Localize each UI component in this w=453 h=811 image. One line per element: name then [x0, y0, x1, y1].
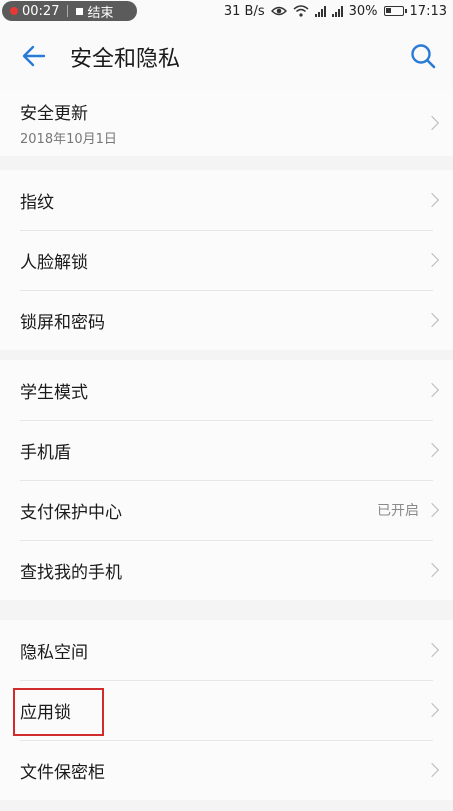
item-label: 安全更新	[20, 104, 88, 124]
chevron-right-icon	[424, 382, 440, 398]
item-label: 手机盾	[20, 442, 71, 463]
item-label: 支付保护中心	[20, 502, 122, 523]
list-item-app-lock[interactable]: 应用锁	[0, 680, 453, 740]
list-item-phone-shield[interactable]: 手机盾	[0, 420, 453, 480]
page-title: 安全和隐私	[70, 47, 181, 72]
list-item-find-my-phone[interactable]: 查找我的手机	[0, 540, 453, 600]
status-bar: 00:27 结束 31 B/s 30% 17:13	[0, 0, 453, 22]
wifi-icon	[293, 5, 309, 17]
settings-group-security-update: 安全更新 2018年10月1日	[0, 90, 453, 156]
status-value: 已开启	[377, 503, 419, 519]
battery-icon	[383, 6, 407, 16]
screen-record-pill[interactable]: 00:27 结束	[2, 1, 137, 21]
list-item-student-mode[interactable]: 学生模式	[0, 360, 453, 420]
settings-group-protection: 学生模式 手机盾 支付保护中心 已开启 查找我的手机	[0, 360, 453, 600]
item-label: 学生模式	[20, 382, 88, 403]
list-item-payment-protection[interactable]: 支付保护中心 已开启	[0, 480, 453, 540]
list-item-face-unlock[interactable]: 人脸解锁	[0, 230, 453, 290]
eye-icon	[270, 6, 287, 16]
record-dot-icon	[10, 7, 18, 15]
signal-2-icon	[331, 5, 343, 17]
chevron-right-icon	[424, 642, 440, 658]
chevron-right-icon	[424, 562, 440, 578]
item-label: 人脸解锁	[20, 252, 88, 273]
back-arrow-icon[interactable]	[20, 42, 48, 70]
signal-1-icon	[314, 5, 326, 17]
chevron-right-icon	[424, 702, 440, 718]
record-time: 00:27	[22, 3, 60, 19]
record-end-button[interactable]: 结束	[87, 2, 113, 21]
chevron-right-icon	[424, 192, 440, 208]
chevron-right-icon	[424, 442, 440, 458]
record-divider	[67, 5, 69, 17]
list-item-lockscreen-password[interactable]: 锁屏和密码	[0, 290, 453, 350]
item-label: 指纹	[20, 192, 54, 213]
app-header: 安全和隐私	[0, 22, 453, 90]
list-item-file-safe[interactable]: 文件保密柜	[0, 740, 453, 800]
item-label: 锁屏和密码	[20, 312, 105, 333]
list-item-fingerprint[interactable]: 指纹	[0, 170, 453, 230]
chevron-right-icon	[424, 252, 440, 268]
list-item-security-update[interactable]: 安全更新 2018年10月1日	[0, 90, 453, 156]
item-subtitle: 2018年10月1日	[20, 132, 117, 147]
item-label: 隐私空间	[20, 642, 88, 663]
chevron-right-icon	[424, 502, 440, 518]
settings-group-unlock: 指纹 人脸解锁 锁屏和密码	[0, 170, 453, 350]
search-icon[interactable]	[409, 42, 437, 70]
settings-group-privacy: 隐私空间 应用锁 文件保密柜	[0, 620, 453, 800]
list-item-private-space[interactable]: 隐私空间	[0, 620, 453, 680]
battery-percent: 30%	[348, 3, 378, 19]
clock: 17:13	[409, 3, 447, 19]
stop-icon	[76, 7, 84, 15]
chevron-right-icon	[424, 312, 440, 328]
item-label: 文件保密柜	[20, 762, 105, 783]
network-speed: 31 B/s	[223, 3, 265, 19]
chevron-right-icon	[424, 115, 440, 131]
item-label: 查找我的手机	[20, 562, 122, 583]
chevron-right-icon	[424, 762, 440, 778]
status-icons: 31 B/s 30% 17:13	[224, 0, 447, 22]
item-label: 应用锁	[20, 702, 71, 723]
